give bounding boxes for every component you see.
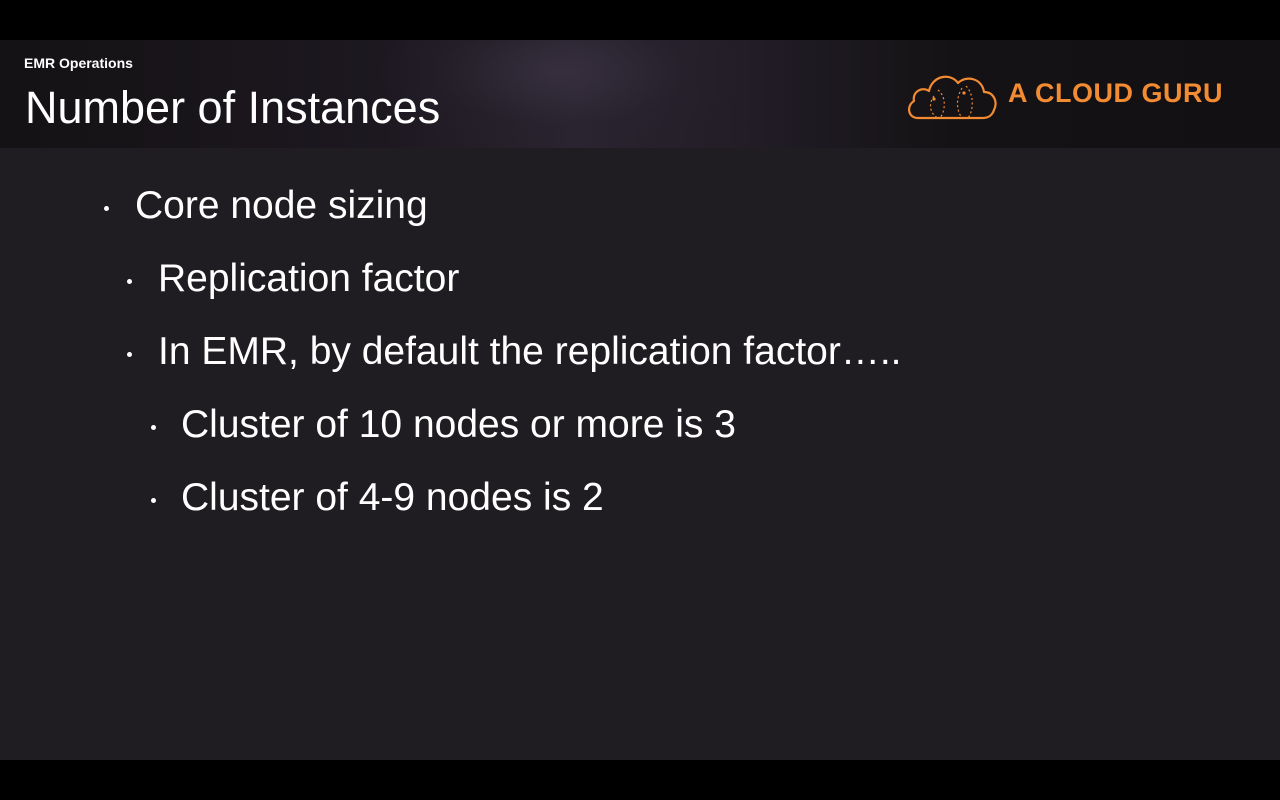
bullet-text: In EMR, by default the replication facto… [158, 330, 902, 373]
section-label: EMR Operations [24, 55, 133, 71]
letterbox-bottom [0, 760, 1280, 800]
brand-logo: A CLOUD GURU [904, 66, 1244, 122]
letterbox-top [0, 0, 1280, 40]
bullet-dot [127, 279, 132, 284]
bullet-text: Cluster of 10 nodes or more is 3 [181, 403, 736, 446]
bullet-text: Core node sizing [135, 184, 428, 227]
slide-title: Number of Instances [25, 82, 441, 133]
bullet-dot [151, 425, 156, 430]
bullet-dot [127, 352, 132, 357]
bullet-dot [151, 498, 156, 503]
slide: EMR Operations Number of Instances A CLO… [0, 40, 1280, 760]
bullet-text: Replication factor [158, 257, 460, 300]
bullet-dot [104, 206, 109, 211]
cloud-icon [908, 75, 997, 120]
bullet-text: Cluster of 4-9 nodes is 2 [181, 476, 604, 519]
logo-text: A CLOUD GURU [1008, 78, 1223, 108]
